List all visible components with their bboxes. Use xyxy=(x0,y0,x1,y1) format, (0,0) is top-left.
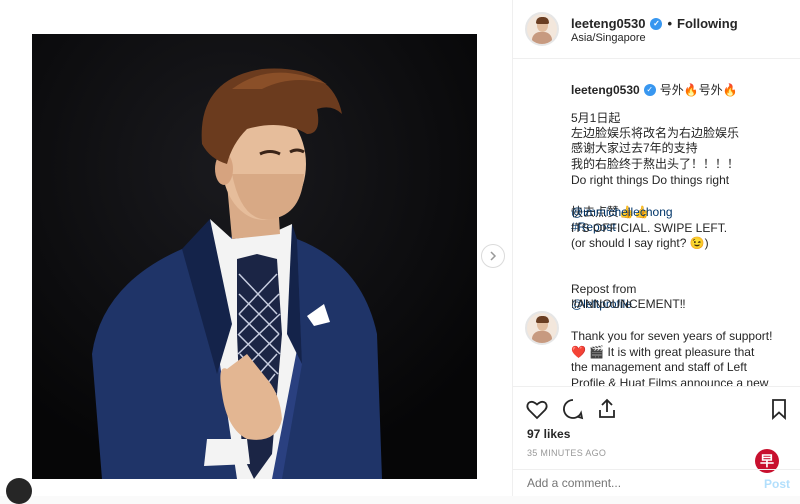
caption-line: 感谢大家过去7年的支持 xyxy=(571,141,698,155)
portrait-illustration xyxy=(32,34,477,479)
next-photo-button[interactable] xyxy=(481,244,505,268)
comment-icon[interactable] xyxy=(561,397,585,421)
verified-badge-icon: ✓ xyxy=(643,83,656,96)
separator-dot: • xyxy=(667,16,672,31)
announcement-text: ‼ANNOUNCEMENT‼ xyxy=(571,297,686,311)
share-icon[interactable] xyxy=(595,397,619,421)
commenter-avatar[interactable] xyxy=(525,311,559,345)
repost-label: Repost from xyxy=(571,281,637,296)
comment-text: Thank you for seven years of support! ❤️… xyxy=(571,329,773,386)
caption-line: 5月1日起 xyxy=(571,111,621,125)
caption-area: leeteng0530 ✓ 号外🔥号外🔥 5月1日起 左边脸娱乐将改名为右边脸娱… xyxy=(513,59,800,386)
caption-line: (or should I say right? 😉) xyxy=(571,236,709,250)
author-avatar[interactable] xyxy=(525,12,559,46)
likes-count[interactable]: 97 likes xyxy=(527,427,570,441)
author-row: leeteng0530 ✓ • Following xyxy=(571,16,738,31)
mention-link[interactable]: @immichellechong xyxy=(571,205,673,221)
post-header: leeteng0530 ✓ • Following Asia/Singapore xyxy=(513,0,800,59)
caption-line: Do right things Do things right xyxy=(571,173,730,187)
post-details-panel: leeteng0530 ✓ • Following Asia/Singapore… xyxy=(512,0,800,496)
author-username[interactable]: leeteng0530 xyxy=(571,16,645,31)
viewer-avatar[interactable] xyxy=(6,478,32,504)
caption-line: 左边脸娱乐将改名为右边脸娱乐 xyxy=(571,126,740,140)
location-link[interactable]: Asia/Singapore xyxy=(571,32,646,44)
caption-line: ITS OFFICIAL. SWIPE LEFT. xyxy=(571,221,728,235)
caption-title: 号外🔥号外🔥 xyxy=(659,83,738,97)
chevron-right-icon xyxy=(490,251,497,261)
post-timestamp: 35 MINUTES AGO xyxy=(527,448,607,458)
verified-badge-icon: ✓ xyxy=(650,17,663,30)
caption-line: 我的右脸终于熬出头了！！！！ xyxy=(571,157,740,171)
caption-header: leeteng0530 ✓ 号外🔥号外🔥 xyxy=(571,81,738,98)
caption-username[interactable]: leeteng0530 xyxy=(571,83,640,97)
following-button[interactable]: Following xyxy=(677,16,738,31)
actions-bar: 97 likes 35 MINUTES AGO 早 Post xyxy=(513,386,800,497)
heart-icon[interactable] xyxy=(525,397,549,421)
comment-bar: Post xyxy=(513,469,800,500)
post-comment-button[interactable]: Post xyxy=(764,477,790,491)
post-photo[interactable] xyxy=(32,34,477,479)
media-panel xyxy=(0,0,512,504)
comment-input[interactable] xyxy=(527,476,747,490)
bookmark-icon[interactable] xyxy=(767,397,791,421)
